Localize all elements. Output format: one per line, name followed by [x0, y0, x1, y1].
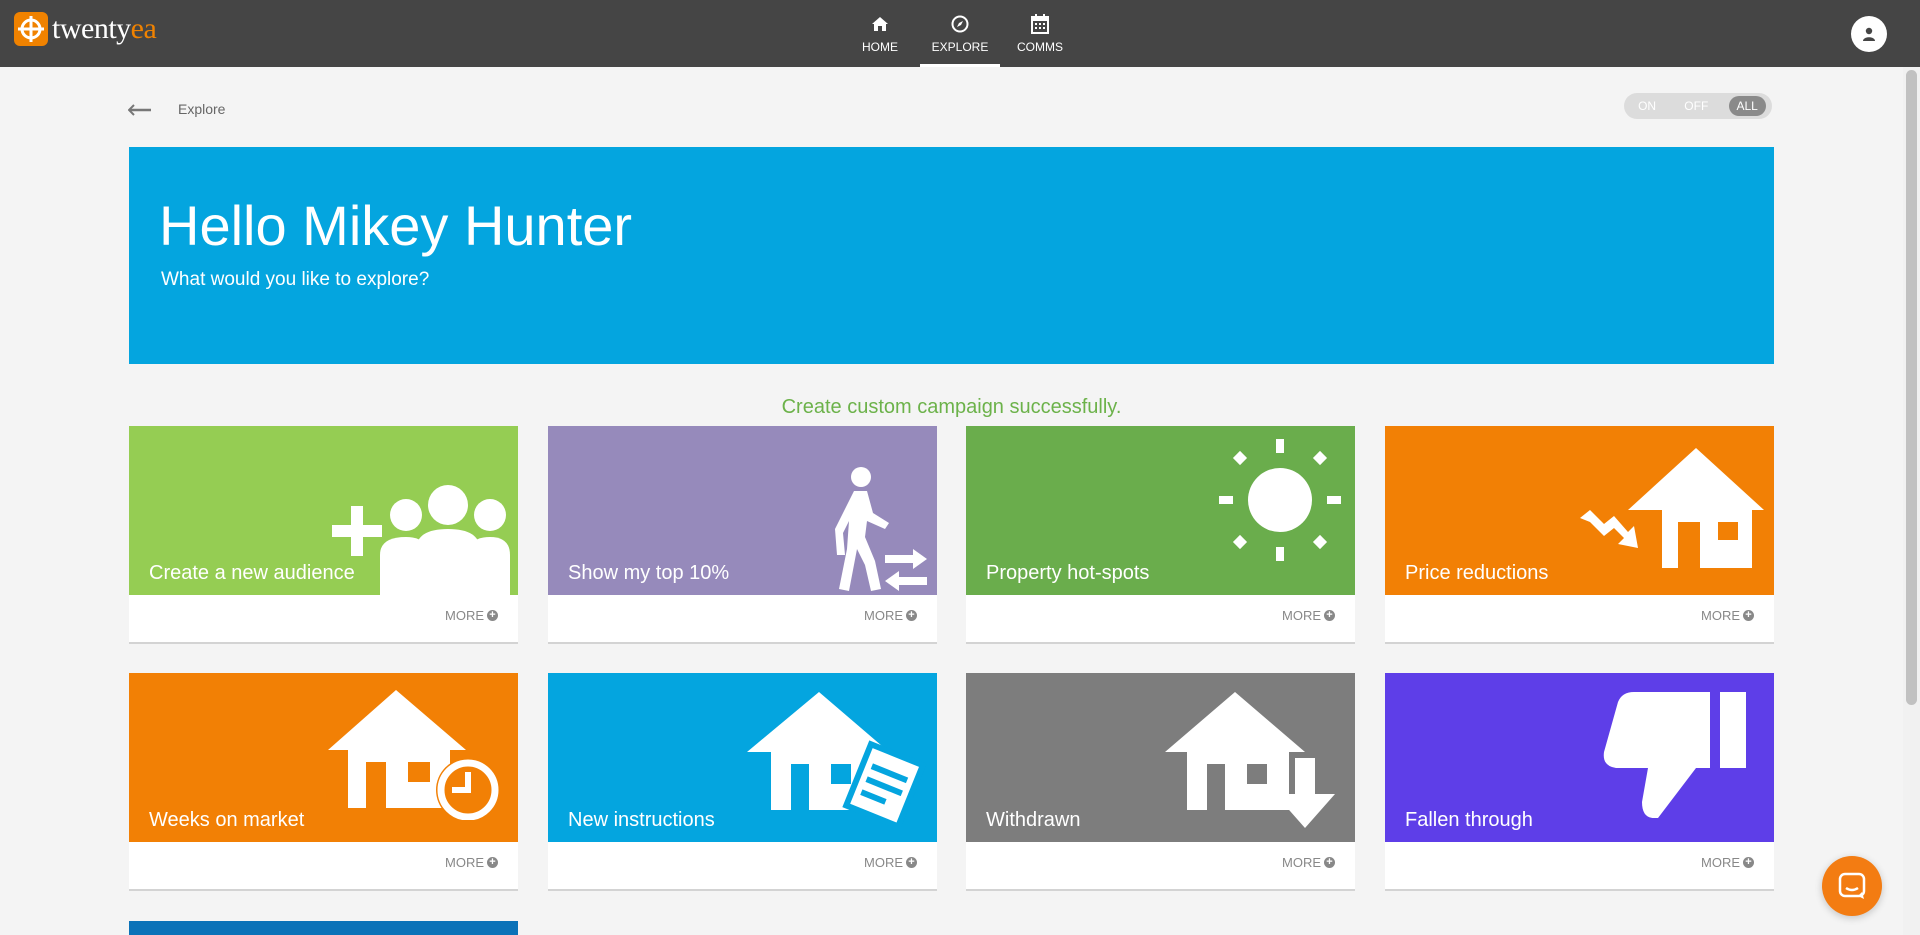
tile-create-audience[interactable]: Create a new audience MORE +: [129, 426, 518, 642]
logo-text-twenty: twenty: [52, 12, 131, 45]
plus-circle-icon: +: [487, 610, 498, 621]
tile-new-instructions[interactable]: New instructions MORE +: [548, 673, 937, 889]
nav-home[interactable]: HOME: [840, 0, 920, 67]
plus-circle-icon: +: [487, 857, 498, 868]
main-nav: HOME EXPLORE COMMS: [840, 0, 1080, 67]
nav-explore-label: EXPLORE: [931, 40, 989, 54]
compass-icon: [951, 13, 969, 35]
user-avatar-button[interactable]: [1851, 16, 1887, 52]
more-button[interactable]: MORE +: [445, 608, 498, 623]
tile-banner: Property hot-spots: [966, 426, 1355, 595]
chat-launcher-button[interactable]: [1822, 856, 1882, 916]
calendar-icon: [1031, 13, 1049, 35]
tile-label: Price reductions: [1405, 562, 1549, 584]
more-label: MORE: [445, 608, 484, 623]
toggle-all[interactable]: ALL: [1728, 96, 1766, 116]
brand-logo[interactable]: twentyea: [14, 12, 157, 46]
tile-label: Create a new audience: [149, 562, 355, 584]
tile-label: Show my top 10%: [568, 562, 730, 584]
more-button[interactable]: MORE +: [1701, 608, 1754, 623]
welcome-banner: Hello Mikey Hunter What would you like t…: [129, 147, 1774, 364]
nav-home-label: HOME: [862, 40, 898, 54]
tile-label: Withdrawn: [986, 809, 1081, 831]
tile-label: Property hot-spots: [986, 562, 1150, 584]
home-icon: [871, 13, 889, 35]
tile-price-reductions[interactable]: Price reductions MORE +: [1385, 426, 1774, 642]
more-label: MORE: [445, 855, 484, 870]
back-arrow-icon[interactable]: [128, 98, 156, 122]
more-button[interactable]: MORE +: [1701, 855, 1754, 870]
tile-banner: Weeks on market: [129, 673, 518, 842]
thumbs-down-icon: [1603, 692, 1746, 818]
tile-withdrawn[interactable]: Withdrawn MORE +: [966, 673, 1355, 889]
status-message: Create custom campaign successfully.: [781, 396, 1122, 418]
more-button[interactable]: MORE +: [1282, 855, 1335, 870]
tile-label: New instructions: [568, 809, 715, 831]
tile-banner: Show my top 10%: [548, 426, 937, 595]
nav-comms[interactable]: COMMS: [1000, 0, 1080, 67]
user-icon: [1863, 27, 1875, 41]
tile-banner: Create a new audience: [129, 426, 518, 595]
house-document-icon: [747, 692, 927, 828]
tile-fallen-through[interactable]: Fallen through MORE +: [1385, 673, 1774, 889]
breadcrumb: Explore: [178, 101, 226, 117]
more-button[interactable]: MORE +: [1282, 608, 1335, 623]
tile-banner: Price reductions: [1385, 426, 1774, 595]
welcome-title: Hello Mikey Hunter: [159, 194, 633, 257]
tile-partial-next-row[interactable]: [129, 921, 518, 935]
more-button[interactable]: MORE +: [864, 855, 917, 870]
more-label: MORE: [864, 608, 903, 623]
tile-banner: New instructions: [548, 673, 937, 842]
more-label: MORE: [864, 855, 903, 870]
tile-banner: Fallen through: [1385, 673, 1774, 842]
tile-weeks-on-market[interactable]: Weeks on market MORE +: [129, 673, 518, 889]
toggle-on[interactable]: ON: [1630, 96, 1664, 116]
nav-comms-label: COMMS: [1017, 40, 1063, 54]
on-off-all-toggle: ON OFF ALL: [1624, 93, 1772, 119]
more-label: MORE: [1282, 608, 1321, 623]
plus-circle-icon: +: [906, 857, 917, 868]
logo-text: twentyea: [52, 12, 157, 46]
tile-top-10[interactable]: Show my top 10% MORE +: [548, 426, 937, 642]
more-button[interactable]: MORE +: [864, 608, 917, 623]
house-price-down-icon: [1580, 448, 1764, 568]
plus-circle-icon: +: [1743, 857, 1754, 868]
welcome-subtitle: What would you like to explore?: [161, 269, 430, 290]
scrollbar-thumb[interactable]: [1906, 70, 1917, 705]
plus-circle-icon: +: [1324, 610, 1335, 621]
plus-circle-icon: +: [1324, 857, 1335, 868]
more-button[interactable]: MORE +: [445, 855, 498, 870]
logo-mark-icon: [14, 12, 48, 46]
sun-icon: [1219, 439, 1341, 561]
house-arrow-down-icon: [1165, 692, 1335, 828]
toggle-off[interactable]: OFF: [1676, 96, 1716, 116]
tile-label: Weeks on market: [149, 809, 305, 831]
tile-property-hotspots[interactable]: Property hot-spots MORE +: [966, 426, 1355, 642]
walking-person-icon: [835, 467, 927, 591]
plus-circle-icon: +: [1743, 610, 1754, 621]
top-navigation-bar: twentyea HOME EXPLORE COMMS: [0, 0, 1920, 67]
tile-label: Fallen through: [1405, 809, 1533, 831]
tile-banner: Withdrawn: [966, 673, 1355, 842]
house-clock-icon: [328, 690, 500, 820]
chat-icon: [1838, 872, 1866, 899]
more-label: MORE: [1282, 855, 1321, 870]
logo-text-ea: ea: [130, 12, 157, 45]
plus-circle-icon: +: [906, 610, 917, 621]
nav-explore[interactable]: EXPLORE: [920, 0, 1000, 67]
more-label: MORE: [1701, 855, 1740, 870]
more-label: MORE: [1701, 608, 1740, 623]
